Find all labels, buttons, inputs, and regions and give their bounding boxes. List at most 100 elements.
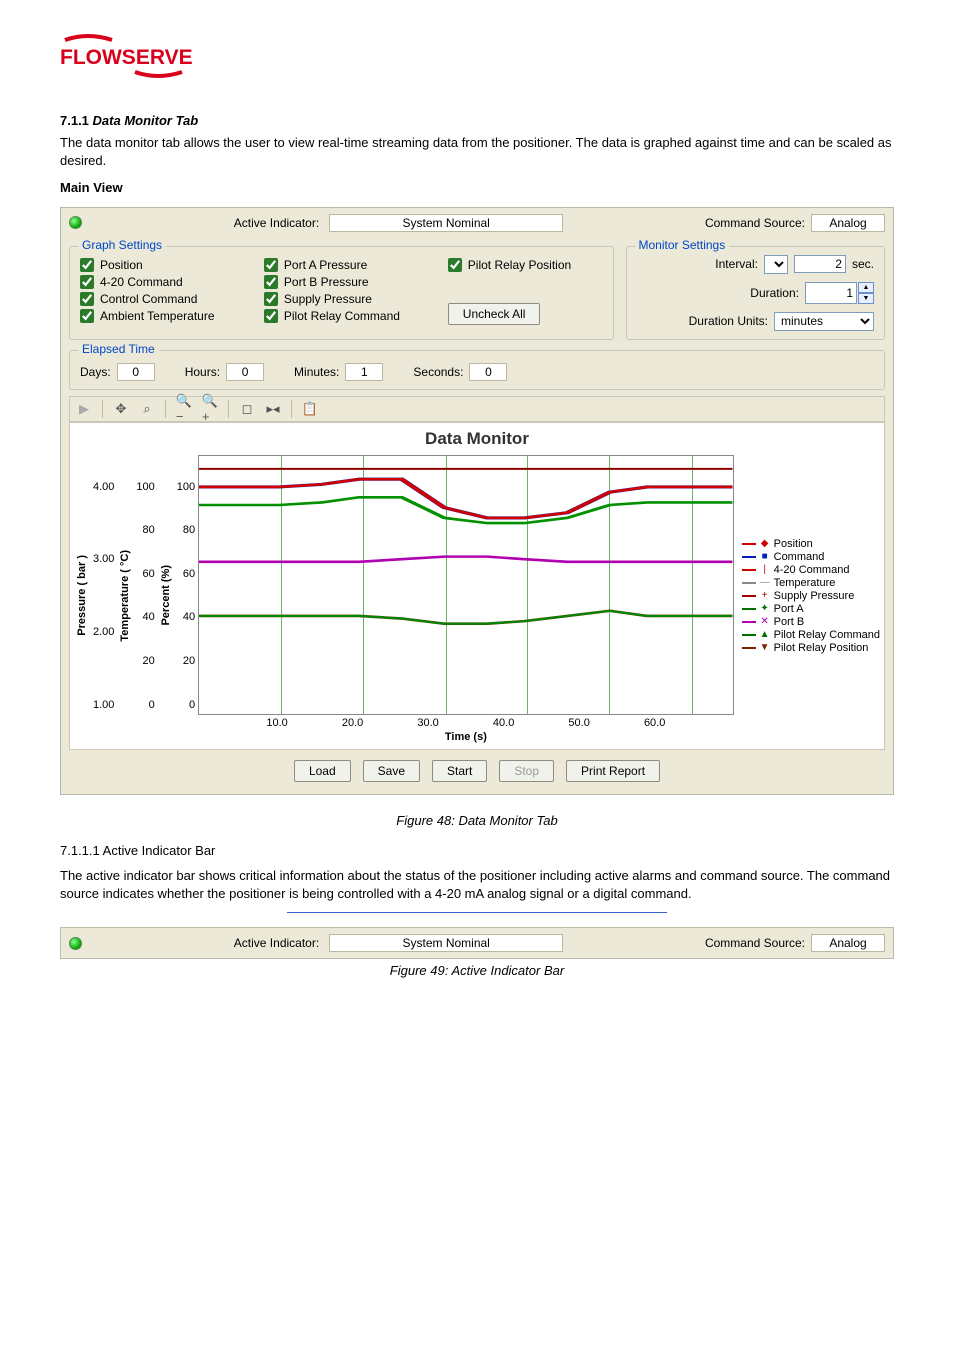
percent-tick: 20	[177, 655, 195, 667]
x-tick: 30.0	[417, 717, 438, 729]
duration-units-label: Duration Units:	[689, 314, 768, 328]
status-dot-icon	[69, 216, 82, 229]
play-icon[interactable]: ▶	[76, 401, 92, 417]
pressure-tick: 2.00	[93, 626, 114, 638]
active-indicator-value: System Nominal	[329, 934, 563, 952]
x-tick: 50.0	[568, 717, 589, 729]
percent-tick: 80	[177, 524, 195, 536]
hours-label: Hours:	[185, 365, 220, 379]
active-indicator-value: System Nominal	[329, 214, 563, 232]
supply-pressure-checkbox[interactable]: Supply Pressure	[264, 292, 436, 306]
temp-tick: 80	[136, 524, 154, 536]
pan-icon[interactable]: ✥	[113, 401, 129, 417]
duration-up-icon[interactable]: ▲	[858, 282, 874, 293]
save-button[interactable]: Save	[363, 760, 420, 782]
active-indicator-label: Active Indicator:	[234, 216, 319, 230]
status-dot-icon	[69, 937, 82, 950]
print-report-button[interactable]: Print Report	[566, 760, 660, 782]
pressure-tick: 3.00	[93, 553, 114, 565]
zoom-box-icon[interactable]: ⌕	[139, 401, 155, 417]
uncheck-all-button[interactable]: Uncheck All	[448, 303, 541, 325]
start-button[interactable]: Start	[432, 760, 487, 782]
seconds-value: 0	[469, 363, 507, 381]
data-monitor-panel: Active Indicator: System Nominal Command…	[60, 207, 894, 795]
subsection-text: The active indicator bar shows critical …	[60, 867, 894, 902]
temp-tick: 60	[136, 568, 154, 580]
pilot-relay-pos-checkbox[interactable]: Pilot Relay Position	[448, 258, 603, 272]
interval-unit: sec.	[852, 257, 874, 271]
pressure-tick: 4.00	[93, 481, 114, 493]
legend-item: Temperature	[774, 577, 836, 589]
port-a-checkbox[interactable]: Port A Pressure	[264, 258, 436, 272]
hours-value: 0	[226, 363, 264, 381]
brand-logo: FLOWSERVE	[60, 30, 894, 83]
preview-heading: Main View	[60, 179, 894, 197]
figure-caption: Figure 49: Active Indicator Bar	[60, 963, 894, 978]
minutes-label: Minutes:	[294, 365, 339, 379]
x-tick: 20.0	[342, 717, 363, 729]
x-tick: 10.0	[266, 717, 287, 729]
command-source-label: Command Source:	[705, 216, 805, 230]
duration-units-select[interactable]: minutes	[774, 312, 874, 331]
duration-down-icon[interactable]: ▼	[858, 293, 874, 304]
duration-input[interactable]	[805, 282, 857, 304]
active-indicator-label: Active Indicator:	[234, 936, 319, 950]
interval-select[interactable]	[764, 255, 788, 274]
svg-text:FLOWSERVE: FLOWSERVE	[60, 46, 193, 69]
command-source-label: Command Source:	[705, 936, 805, 950]
chart-title: Data Monitor	[74, 429, 880, 449]
legend-item: Port B	[774, 616, 805, 628]
stop-button[interactable]: Stop	[499, 760, 554, 782]
days-label: Days:	[80, 365, 111, 379]
x-axis-label: Time (s)	[198, 731, 733, 743]
chart-legend: ◆Position ■Command |4-20 Command —Temper…	[742, 537, 880, 655]
subsection-heading: 7.1.1.1 Active Indicator Bar	[60, 842, 894, 860]
active-indicator-bar: Active Indicator: System Nominal Command…	[60, 927, 894, 959]
load-button[interactable]: Load	[294, 760, 351, 782]
x-tick: 60.0	[644, 717, 665, 729]
minutes-value: 1	[345, 363, 383, 381]
legend-item: Pilot Relay Position	[774, 642, 869, 654]
position-checkbox[interactable]: Position	[80, 258, 252, 272]
command-source-value: Analog	[811, 934, 885, 952]
percent-tick: 100	[177, 481, 195, 493]
duration-label: Duration:	[750, 286, 799, 300]
chart-svg	[199, 456, 732, 714]
cursor-icon[interactable]: ▸◂	[265, 401, 281, 417]
plot-area[interactable]	[198, 455, 733, 715]
command-source-value: Analog	[811, 214, 885, 232]
chart-container: Data Monitor Pressure ( bar ) 4.00 3.00 …	[69, 422, 885, 750]
legend-item: Supply Pressure	[774, 590, 855, 602]
x-tick: 40.0	[493, 717, 514, 729]
temp-tick: 0	[136, 699, 154, 711]
divider	[287, 912, 667, 913]
crop-icon[interactable]: ◻	[239, 401, 255, 417]
y-axis-pressure-label: Pressure ( bar )	[74, 555, 90, 636]
y-axis-percent-label: Percent (%)	[158, 565, 174, 626]
interval-label: Interval:	[715, 257, 758, 271]
pressure-tick: 1.00	[93, 699, 114, 711]
percent-tick: 40	[177, 611, 195, 623]
port-b-checkbox[interactable]: Port B Pressure	[264, 275, 436, 289]
legend-item: 4-20 Command	[774, 564, 850, 576]
zoom-out-icon[interactable]: 🔍−	[176, 401, 192, 417]
temp-tick: 100	[136, 481, 154, 493]
interval-input[interactable]	[794, 255, 846, 273]
control-command-checkbox[interactable]: Control Command	[80, 292, 252, 306]
seconds-label: Seconds:	[413, 365, 463, 379]
y-axis-temp-label: Temperature ( °C)	[117, 550, 133, 642]
copy-icon[interactable]: 📋	[302, 401, 318, 417]
ambient-temp-checkbox[interactable]: Ambient Temperature	[80, 309, 252, 323]
temp-tick: 20	[136, 655, 154, 667]
graph-settings-title: Graph Settings	[78, 238, 166, 252]
legend-item: Command	[774, 551, 825, 563]
section-heading: 7.1.1 Data Monitor Tab	[60, 113, 894, 128]
temp-tick: 40	[136, 611, 154, 623]
zoom-in-icon[interactable]: 🔍+	[202, 401, 218, 417]
elapsed-time-title: Elapsed Time	[78, 342, 159, 356]
days-value: 0	[117, 363, 155, 381]
420-command-checkbox[interactable]: 4-20 Command	[80, 275, 252, 289]
chart-toolbar: ▶ ✥ ⌕ 🔍− 🔍+ ◻ ▸◂ 📋	[69, 396, 885, 422]
pilot-relay-cmd-checkbox[interactable]: Pilot Relay Command	[264, 309, 436, 323]
legend-item: Position	[774, 538, 813, 550]
